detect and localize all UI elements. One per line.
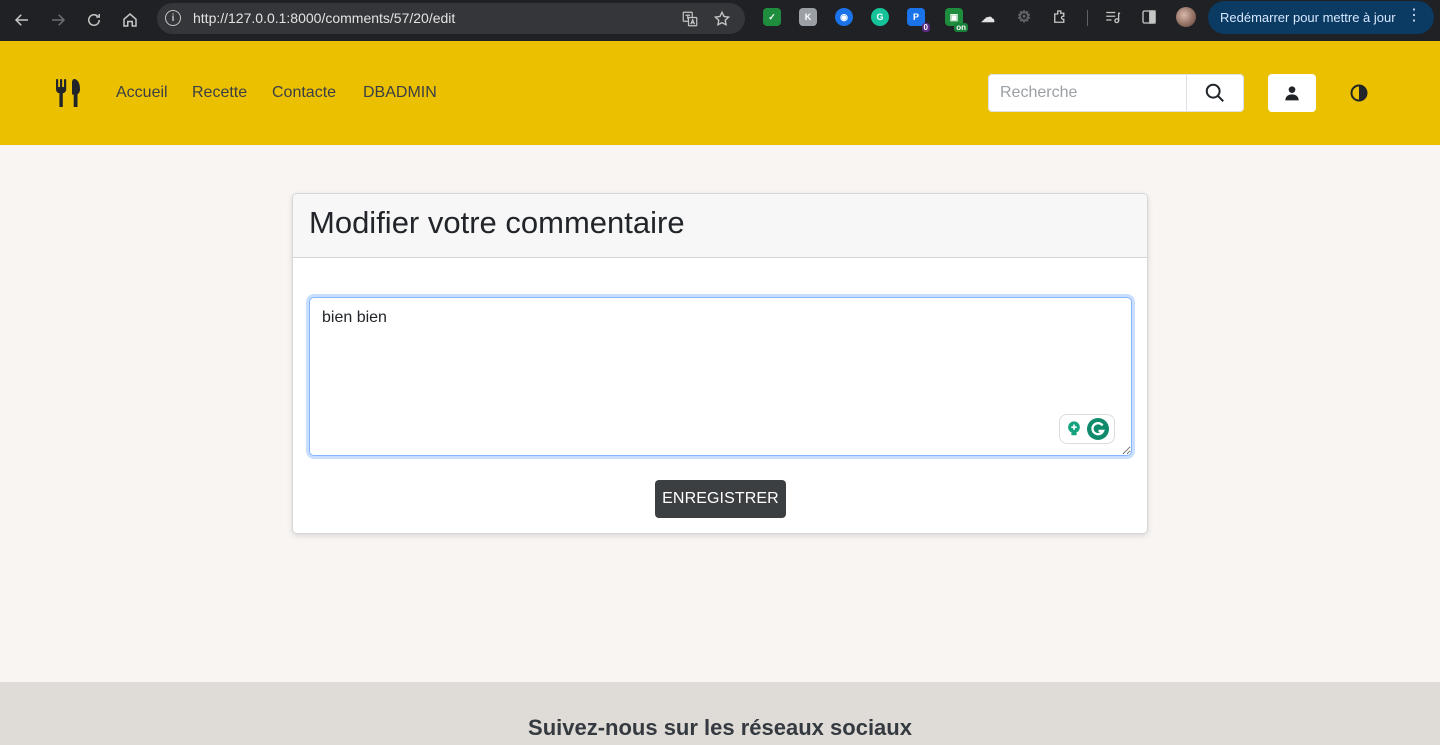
footer: Suivez-nous sur les réseaux sociaux xyxy=(0,682,1440,745)
search-icon xyxy=(1205,83,1224,102)
site-header: Accueil Recette Contacte DBADMIN xyxy=(0,41,1440,145)
toolbar-divider xyxy=(1087,10,1088,26)
back-icon[interactable] xyxy=(8,6,36,34)
restart-update-button[interactable]: Redémarrer pour mettre à jour ⋮ xyxy=(1208,1,1434,34)
check-mail-extension-icon[interactable]: ✓ xyxy=(763,8,781,26)
forward-icon[interactable] xyxy=(44,6,72,34)
k-extension-icon[interactable]: K xyxy=(799,8,817,26)
browser-toolbar: i http://127.0.0.1:8000/comments/57/20/e… xyxy=(0,0,1440,41)
reload-icon[interactable] xyxy=(80,6,108,34)
nav-link-recette[interactable]: Recette xyxy=(192,84,247,102)
more-menu-icon[interactable]: ⋮ xyxy=(1406,8,1422,24)
grammarly-extension-icon[interactable]: G xyxy=(871,8,889,26)
translate-icon[interactable] xyxy=(681,10,699,28)
cloud-extension-icon[interactable]: ☁ xyxy=(979,8,997,26)
edit-comment-card: Modifier votre commentaire ENREGISTRER xyxy=(292,193,1148,534)
theme-toggle-icon[interactable] xyxy=(1349,83,1369,103)
bookmark-star-icon[interactable] xyxy=(713,10,731,28)
footer-title: Suivez-nous sur les réseaux sociaux xyxy=(528,715,912,740)
site-info-icon[interactable]: i xyxy=(165,10,181,26)
side-panel-icon[interactable] xyxy=(1140,8,1158,26)
page-title: Modifier votre commentaire xyxy=(309,205,685,240)
card-header: Modifier votre commentaire xyxy=(293,194,1147,258)
nav-link-contacte[interactable]: Contacte xyxy=(272,84,336,102)
profile-avatar[interactable] xyxy=(1176,7,1196,27)
p-extension-icon[interactable]: P0 xyxy=(907,8,930,32)
restart-label: Redémarrer pour mettre à jour xyxy=(1220,10,1396,25)
search-button[interactable] xyxy=(1186,74,1244,112)
nav-link-dbadmin[interactable]: DBADMIN xyxy=(363,84,437,102)
extension-badge: on xyxy=(954,23,968,32)
search-input[interactable] xyxy=(988,74,1187,112)
nav-link-accueil[interactable]: Accueil xyxy=(116,84,168,102)
address-bar[interactable]: i http://127.0.0.1:8000/comments/57/20/e… xyxy=(157,3,745,34)
user-account-button[interactable] xyxy=(1268,74,1316,112)
comment-textarea[interactable] xyxy=(309,297,1132,456)
media-controls-icon[interactable] xyxy=(1104,8,1122,26)
fork-knife-icon[interactable] xyxy=(55,79,81,107)
chat-extension-icon[interactable]: ▣ on xyxy=(945,8,968,32)
grammarly-widget[interactable] xyxy=(1059,414,1115,444)
save-button[interactable]: ENREGISTRER xyxy=(655,480,786,518)
gear-extension-icon[interactable]: ⚙ xyxy=(1015,8,1033,26)
home-icon[interactable] xyxy=(116,6,144,34)
extensions-puzzle-icon[interactable] xyxy=(1051,8,1069,26)
compass-extension-icon[interactable]: ◉ xyxy=(835,8,853,26)
grammarly-icon xyxy=(1086,418,1109,440)
user-icon xyxy=(1285,86,1299,101)
extension-badge: 0 xyxy=(921,23,930,32)
url-text: http://127.0.0.1:8000/comments/57/20/edi… xyxy=(193,10,456,26)
lightbulb-icon xyxy=(1067,421,1080,436)
